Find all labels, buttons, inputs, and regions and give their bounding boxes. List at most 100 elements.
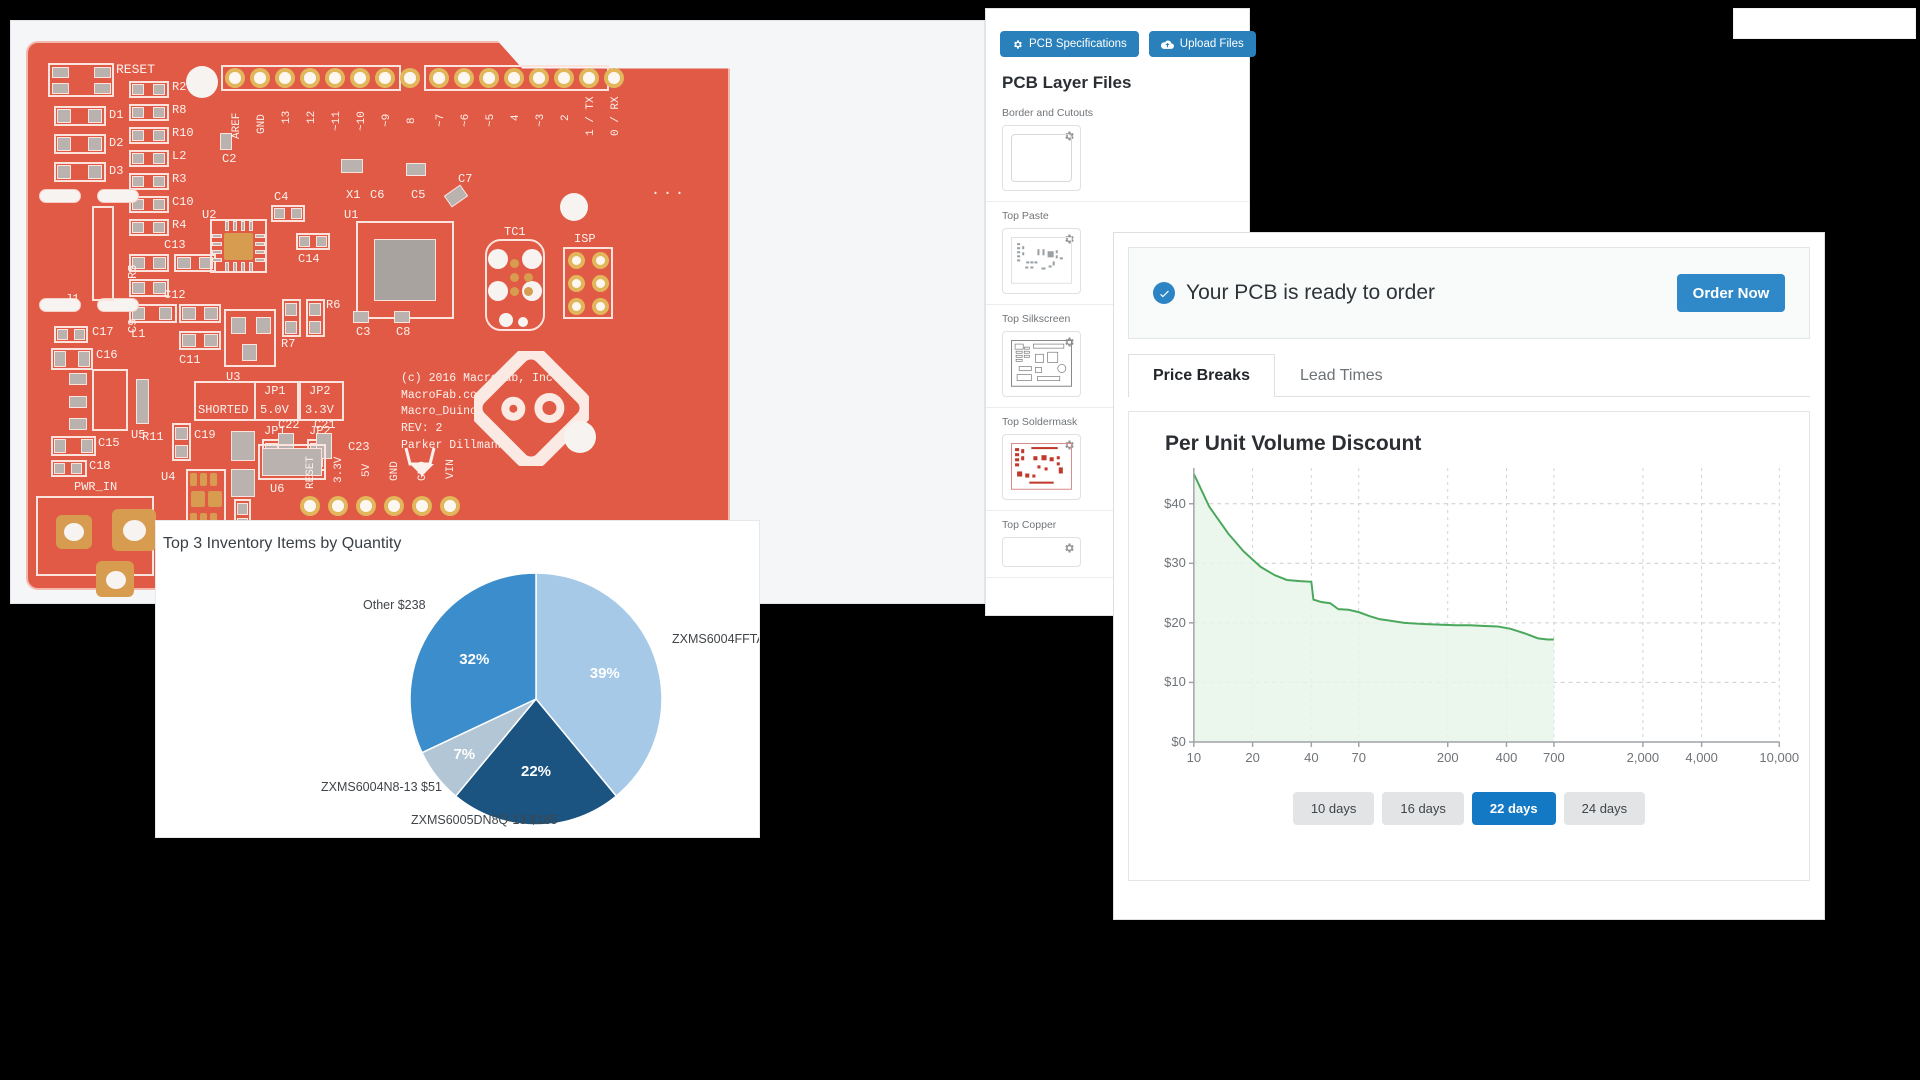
through-hole-plated bbox=[592, 275, 609, 292]
silk-pin-gnd: GND bbox=[256, 114, 268, 134]
pad bbox=[132, 176, 144, 187]
silk-c16: C16 bbox=[96, 348, 118, 362]
pie-slice-percent: 39% bbox=[589, 665, 620, 683]
pie-slice-percent: 32% bbox=[459, 650, 490, 668]
silk-d2: D2 bbox=[109, 136, 124, 150]
silk-pin-rx: 0 / RX bbox=[610, 96, 622, 136]
silk-c21: C21 bbox=[314, 418, 336, 432]
lead-time-22-days[interactable]: 22 days bbox=[1471, 792, 1556, 825]
tc1-pad bbox=[522, 249, 542, 269]
through-hole-plated bbox=[592, 298, 609, 315]
pad bbox=[309, 321, 321, 334]
pad bbox=[249, 262, 253, 272]
lead-time-16-days[interactable]: 16 days bbox=[1382, 792, 1464, 825]
gear-icon[interactable] bbox=[1063, 542, 1075, 554]
silk-r5: R5 bbox=[126, 264, 140, 279]
mounting-hole bbox=[560, 193, 588, 221]
pcb-board-render[interactable]: RESET D1 D2 D3 R2 R8 R10 L2 R3 C10 R4 C1… bbox=[26, 41, 730, 597]
through-hole-plated bbox=[412, 496, 432, 516]
tab-price-breaks[interactable]: Price Breaks bbox=[1128, 354, 1275, 397]
layer-thumbnail[interactable] bbox=[1002, 125, 1081, 191]
layer-preview-soldermask bbox=[1011, 443, 1072, 490]
silk-c6: C6 bbox=[370, 188, 385, 202]
silk-shorted: SHORTED bbox=[198, 403, 249, 417]
layer-thumbnail[interactable] bbox=[1002, 434, 1081, 500]
inventory-pie-window[interactable]: Top 3 Inventory Items by Quantity 39% ZXM… bbox=[155, 520, 760, 838]
silk-pin-11: ~11 bbox=[331, 111, 343, 131]
pad bbox=[132, 282, 145, 294]
silk-pin-4: 4 bbox=[510, 114, 522, 121]
silk-jp1-value: 5.0V bbox=[260, 403, 289, 417]
chart-title: Per Unit Volume Discount bbox=[1165, 432, 1422, 455]
pad bbox=[233, 262, 237, 272]
through-hole-plated bbox=[454, 68, 474, 88]
layer-row-border-and-cutouts[interactable]: Border and Cutouts bbox=[986, 99, 1249, 202]
pie-slice-label: Other $238 bbox=[363, 598, 426, 612]
pad bbox=[153, 153, 165, 164]
silk-c10: C10 bbox=[172, 195, 194, 209]
volume-discount-svg bbox=[1188, 468, 1781, 747]
tc1-via bbox=[524, 273, 533, 282]
y-tick-label: $30 bbox=[1164, 555, 1186, 571]
pad bbox=[71, 463, 82, 474]
tc1-via bbox=[510, 273, 519, 282]
silk-dots: ··· bbox=[651, 185, 688, 202]
x-tick-label: 10,000 bbox=[1759, 750, 1800, 765]
through-hole-plated bbox=[350, 68, 370, 88]
pad bbox=[52, 83, 69, 94]
pad bbox=[353, 311, 369, 323]
through-hole bbox=[64, 523, 84, 541]
tab-lead-times[interactable]: Lead Times bbox=[1275, 354, 1408, 397]
silk-c12: C12 bbox=[164, 288, 186, 302]
pad bbox=[406, 163, 426, 176]
pad bbox=[88, 137, 102, 151]
pad bbox=[241, 221, 245, 231]
pad bbox=[256, 317, 271, 334]
silk-l1: L1 bbox=[131, 327, 146, 341]
upload-files-button[interactable]: Upload Files bbox=[1148, 31, 1256, 57]
silk-x1: X1 bbox=[346, 188, 361, 202]
pad bbox=[204, 334, 218, 347]
layer-thumbnail[interactable] bbox=[1002, 228, 1081, 294]
silk-d3: D3 bbox=[109, 164, 124, 178]
silk-r8: R8 bbox=[172, 103, 187, 117]
lead-time-24-days[interactable]: 24 days bbox=[1563, 792, 1646, 825]
pad bbox=[255, 250, 265, 254]
pad bbox=[231, 317, 246, 334]
pad bbox=[54, 463, 65, 474]
component-u5 bbox=[92, 369, 128, 431]
connector-j1 bbox=[92, 206, 114, 301]
pad bbox=[57, 109, 71, 123]
through-hole-plated bbox=[275, 68, 295, 88]
silk-d1: D1 bbox=[109, 108, 124, 122]
silk-pwr-in: PWR_IN bbox=[74, 480, 118, 494]
tc1-pad bbox=[488, 249, 508, 269]
pad bbox=[136, 379, 149, 424]
through-hole-plated bbox=[356, 496, 376, 516]
pcb-viewer-window[interactable]: RESET D1 D2 D3 R2 R8 R10 L2 R3 C10 R4 C1… bbox=[10, 20, 985, 604]
x-tick-label: 700 bbox=[1543, 750, 1565, 765]
pad bbox=[54, 351, 66, 367]
silk-pin-33v: 3.3V bbox=[333, 456, 345, 483]
pcb-specifications-button[interactable]: PCB Specifications bbox=[1000, 31, 1139, 57]
qfp-body bbox=[374, 239, 436, 301]
through-hole-plated bbox=[225, 68, 245, 88]
order-panel-window[interactable]: Your PCB is ready to order Order Now Pri… bbox=[1113, 232, 1825, 920]
layer-thumbnail[interactable] bbox=[1002, 537, 1081, 567]
silk-c14: C14 bbox=[298, 252, 320, 266]
order-now-button[interactable]: Order Now bbox=[1677, 274, 1785, 312]
silk-c23: C23 bbox=[348, 440, 370, 454]
silk-u1: U1 bbox=[344, 208, 359, 222]
ready-status-text: Your PCB is ready to order bbox=[1186, 281, 1436, 304]
silk-pin-7: ~7 bbox=[435, 113, 447, 127]
silk-pin-vin: VIN bbox=[445, 459, 457, 479]
silk-c2: C2 bbox=[222, 152, 237, 166]
layer-thumbnail[interactable] bbox=[1002, 331, 1081, 397]
pad bbox=[231, 469, 255, 497]
x-tick-label: 40 bbox=[1304, 750, 1319, 765]
pie-chart-area: 39% ZXMS6004FFTA $ 22% ZXMS6005DN8Q-13 $165… bbox=[156, 553, 759, 827]
lead-time-10-days[interactable]: 10 days bbox=[1292, 792, 1375, 825]
pad bbox=[132, 130, 144, 141]
pad bbox=[204, 307, 218, 320]
tc1-pad bbox=[518, 317, 528, 327]
